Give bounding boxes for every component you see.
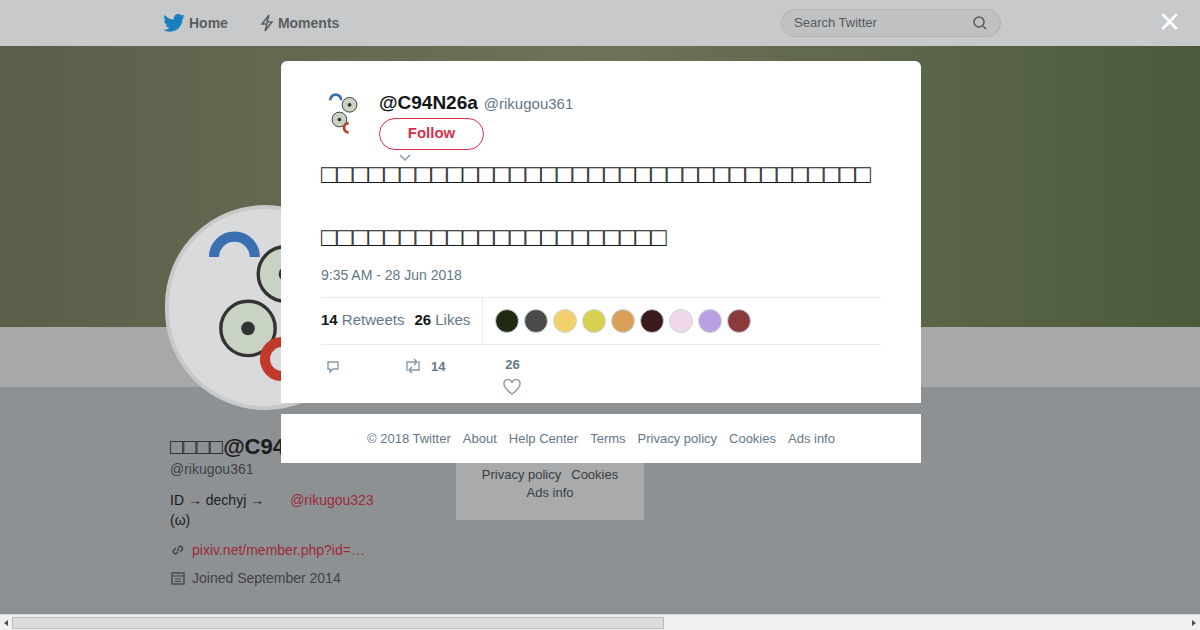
- avatar-figure-icon: [321, 91, 367, 137]
- horizontal-scrollbar[interactable]: [0, 614, 1200, 630]
- liker-avatar[interactable]: [495, 309, 519, 333]
- modal-footer: © 2018 Twitter About Help Center Terms Priva…: [281, 414, 921, 463]
- reply-icon[interactable]: [325, 359, 341, 375]
- page: HomeMomentsSearch Twitter□□□□@C94@rikugo…: [0, 0, 1200, 630]
- liker-avatar[interactable]: [698, 309, 722, 333]
- footer-link[interactable]: Privacy policy: [638, 429, 717, 449]
- liker-avatar[interactable]: [524, 309, 548, 333]
- home-tab[interactable]: Home: [163, 13, 228, 34]
- footer-link[interactable]: Cookies: [729, 429, 776, 449]
- side-footer-link[interactable]: Ads info: [527, 484, 574, 502]
- footer-link: © 2018 Twitter: [367, 429, 451, 449]
- liker-avatar[interactable]: [640, 309, 664, 333]
- likers: [483, 309, 751, 333]
- bio-link[interactable]: @rikugou323: [290, 490, 374, 510]
- footer-link[interactable]: About: [463, 429, 497, 449]
- retweet-button[interactable]: 14: [403, 357, 445, 377]
- liker-avatar[interactable]: [582, 309, 606, 333]
- profile-joined: Joined September 2014: [170, 569, 456, 587]
- tweet-avatar[interactable]: [321, 91, 367, 137]
- liker-avatar[interactable]: [669, 309, 693, 333]
- footer-link[interactable]: Terms: [590, 429, 625, 449]
- liker-avatar[interactable]: [553, 309, 577, 333]
- tweet-stats: 14 Retweets 26 Likes: [321, 297, 881, 345]
- search-icon: [972, 15, 988, 31]
- footer-link[interactable]: Ads info: [788, 429, 835, 449]
- liker-avatar[interactable]: [727, 309, 751, 333]
- profile-url[interactable]: pixiv.net/member.php?id=…: [170, 541, 456, 559]
- tweet-time: 9:35 AM - 28 Jun 2018: [321, 265, 881, 285]
- retweet-stat[interactable]: 14 Retweets: [321, 309, 404, 332]
- tweet-display-name[interactable]: @C94N26a: [379, 91, 478, 115]
- heart-icon: [503, 379, 521, 395]
- search-field[interactable]: Search Twitter: [781, 9, 1001, 37]
- tweet-text: □□□□□□□□□□□□□□□□□□□□□□□□□□□□□□□□□□□□□□□□…: [321, 158, 881, 253]
- side-footer-link[interactable]: Cookies: [571, 466, 618, 484]
- lightning-icon: [260, 14, 274, 32]
- link-icon: [170, 542, 186, 558]
- side-footer-link[interactable]: Privacy policy: [482, 466, 561, 484]
- tweet-header: @C94N26a @rikugou361Follow: [321, 91, 881, 162]
- like-button[interactable]: 26: [503, 357, 521, 395]
- scroll-right-icon[interactable]: [1189, 618, 1199, 628]
- profile-bio: ID → dechyj →@rikugou323: [170, 490, 456, 510]
- tweet-text-line: □□□□□□□□□□□□□□□□□□□□□□□□□□□□□□□□□□□: [321, 158, 881, 190]
- moments-tab[interactable]: Moments: [260, 13, 339, 34]
- tweet-modal: @C94N26a @rikugou361Follow □□□□□□□□□□□□□□□…: [281, 61, 921, 403]
- close-button[interactable]: ×: [1159, 4, 1180, 40]
- tweet-handle[interactable]: @rikugou361: [484, 93, 573, 116]
- footer-link[interactable]: Help Center: [509, 429, 578, 449]
- calendar-icon: [170, 570, 186, 586]
- retweet-icon: [403, 358, 423, 374]
- follow-button[interactable]: Follow: [379, 118, 484, 150]
- bird-icon: [163, 14, 185, 32]
- liker-avatar[interactable]: [611, 309, 635, 333]
- top-nav: Home Moments Search Twitter: [0, 0, 1200, 46]
- tweet-actions: 14 26: [321, 345, 881, 395]
- tweet-text-line: □□□□□□□□□□□□□□□□□□□□□□: [321, 221, 881, 253]
- profile-bio-line: (ω): [170, 510, 456, 530]
- scrollbar-thumb[interactable]: [12, 617, 664, 629]
- scroll-left-icon[interactable]: [1, 618, 11, 628]
- like-stat[interactable]: 26 Likes: [414, 309, 470, 332]
